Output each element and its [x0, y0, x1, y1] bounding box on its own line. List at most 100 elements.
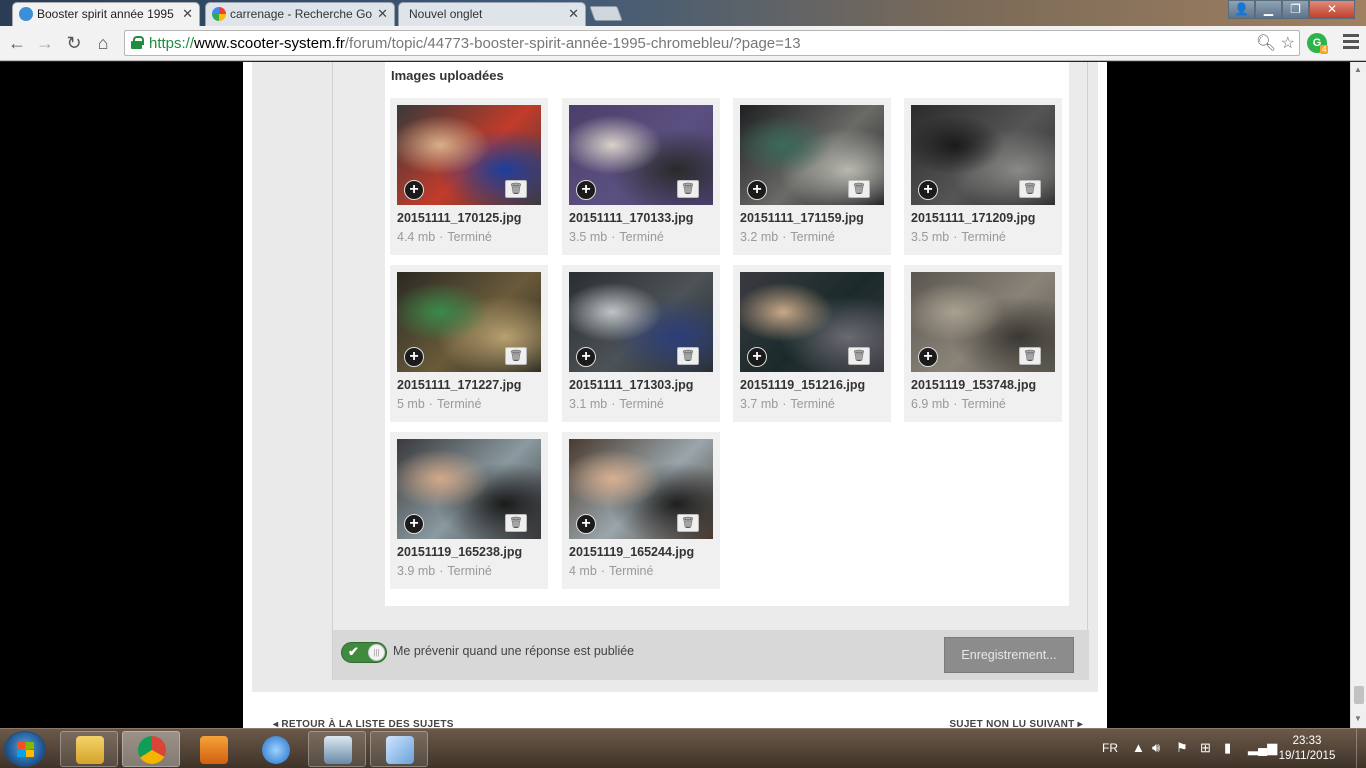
page-viewport: Images uploadées + 🗑︎ 20151111_170125.jpg 4…	[0, 62, 1366, 728]
insert-image-plus-icon[interactable]: +	[576, 514, 596, 534]
user-profile-icon[interactable]: 👤	[1228, 0, 1255, 19]
next-unread-topic-link[interactable]: SUJET NON LU SUIVANT ▸	[949, 719, 1083, 728]
image-card: + 🗑︎ 20151111_170133.jpg 3.5 mb · Terminé	[562, 98, 720, 255]
delete-trash-icon[interactable]: 🗑︎	[677, 514, 699, 532]
close-window-button[interactable]: ✕	[1309, 0, 1355, 19]
taskbar-app-notes[interactable]	[370, 731, 428, 767]
meta-separator: ·	[439, 564, 444, 578]
delete-trash-icon[interactable]: 🗑︎	[505, 514, 527, 532]
action-center-flag-icon[interactable]: ⚑	[1176, 740, 1188, 756]
page-scrollbar[interactable]: ▲ ▼	[1350, 62, 1366, 728]
insert-image-plus-icon[interactable]: +	[747, 180, 767, 200]
browser-tab-strip: Booster spirit année 1995 ✕ carrenage - …	[0, 0, 1366, 26]
meta-separator: ·	[600, 564, 605, 578]
taskbar-app-window[interactable]	[308, 731, 366, 767]
tab-label: Booster spirit année 1995	[37, 7, 174, 21]
insert-image-plus-icon[interactable]: +	[576, 180, 596, 200]
extension-badge: 4	[1320, 45, 1329, 54]
delete-trash-icon[interactable]: 🗑︎	[677, 180, 699, 198]
image-filename: 20151111_170125.jpg	[397, 211, 522, 225]
tab-label: Nouvel onglet	[409, 7, 483, 21]
delete-trash-icon[interactable]: 🗑︎	[505, 347, 527, 365]
secure-lock-icon	[131, 36, 144, 49]
language-indicator[interactable]: FR	[1102, 741, 1118, 755]
section-title: Images uploadées	[391, 68, 504, 83]
omnibox-icons: 🔍︎ ☆	[1256, 33, 1295, 53]
forward-arrow-icon[interactable]: →	[34, 32, 56, 54]
insert-image-plus-icon[interactable]: +	[404, 180, 424, 200]
windows-taskbar: FR ▲ 🔊︎ ⚑ ⊞ ▮ ▂▄▆ 23:33 19/11/2015	[0, 728, 1366, 768]
scroll-up-arrow-icon[interactable]: ▲	[1354, 65, 1362, 74]
scroll-down-arrow-icon[interactable]: ▼	[1354, 714, 1362, 723]
delete-trash-icon[interactable]: 🗑︎	[1019, 180, 1041, 198]
tab-booster-spirit[interactable]: Booster spirit année 1995 ✕	[12, 2, 200, 26]
image-size: 4 mb	[569, 564, 597, 578]
app-window-icon	[324, 736, 352, 764]
image-card: + 🗑︎ 20151111_171209.jpg 3.5 mb · Terminé	[904, 98, 1062, 255]
show-hidden-icons-icon[interactable]: ▲	[1132, 740, 1145, 755]
power-icon[interactable]: ▮	[1224, 740, 1231, 756]
taskbar-media-player[interactable]	[184, 731, 242, 767]
home-icon[interactable]: ⌂	[92, 32, 114, 54]
insert-image-plus-icon[interactable]: +	[576, 347, 596, 367]
image-filename: 20151119_165238.jpg	[397, 545, 523, 559]
image-meta: 3.1 mb · Terminé	[569, 397, 664, 411]
site-favicon-icon	[19, 7, 33, 21]
tab-new-tab[interactable]: Nouvel onglet ✕	[398, 2, 586, 26]
insert-image-plus-icon[interactable]: +	[918, 180, 938, 200]
reload-icon[interactable]: ↻	[63, 32, 85, 54]
close-tab-icon[interactable]: ✕	[377, 3, 388, 25]
chrome-menu-icon[interactable]	[1343, 34, 1359, 52]
insert-image-plus-icon[interactable]: +	[747, 347, 767, 367]
tab-google-search[interactable]: carrenage - Recherche Go ✕	[205, 2, 395, 26]
image-size: 3.5 mb	[569, 230, 608, 244]
system-clock[interactable]: 23:33 19/11/2015	[1272, 734, 1342, 764]
delete-trash-icon[interactable]: 🗑︎	[848, 347, 870, 365]
image-size: 3.1 mb	[569, 397, 608, 411]
delete-trash-icon[interactable]: 🗑︎	[1019, 347, 1041, 365]
uploaded-images-section: Images uploadées + 🗑︎ 20151111_170125.jpg 4…	[385, 62, 1069, 606]
notify-toggle[interactable]: ✔ |||	[341, 642, 387, 663]
address-bar[interactable]: https://www.scooter-system.fr/forum/topi…	[124, 30, 1300, 56]
taskbar-chrome[interactable]	[122, 731, 180, 767]
image-card: + 🗑︎ 20151111_170125.jpg 4.4 mb · Terminé	[390, 98, 548, 255]
volume-icon[interactable]: 🔊︎	[1152, 740, 1160, 756]
image-meta: 6.9 mb · Terminé	[911, 397, 1006, 411]
minimize-button[interactable]: ▁	[1255, 0, 1282, 19]
insert-image-plus-icon[interactable]: +	[918, 347, 938, 367]
maximize-button[interactable]: ❐	[1282, 0, 1309, 19]
upload-status: Terminé	[436, 397, 482, 411]
image-filename: 20151119_165244.jpg	[569, 545, 695, 559]
media-player-icon	[200, 736, 228, 764]
google-favicon-icon	[212, 7, 226, 21]
image-meta: 3.9 mb · Terminé	[397, 564, 492, 578]
close-tab-icon[interactable]: ✕	[568, 3, 579, 25]
save-button[interactable]: Enregistrement...	[944, 637, 1074, 673]
scrollbar-thumb[interactable]	[1354, 686, 1364, 704]
insert-image-plus-icon[interactable]: +	[404, 514, 424, 534]
taskbar-internet-explorer[interactable]	[246, 731, 304, 767]
image-filename: 20151111_170133.jpg	[569, 211, 694, 225]
image-meta: 3.5 mb · Terminé	[569, 230, 664, 244]
upload-status: Terminé	[619, 397, 664, 411]
start-button[interactable]	[4, 731, 46, 767]
insert-image-plus-icon[interactable]: +	[404, 347, 424, 367]
close-tab-icon[interactable]: ✕	[182, 3, 193, 25]
image-size: 6.9 mb	[911, 397, 950, 411]
delete-trash-icon[interactable]: 🗑︎	[677, 347, 699, 365]
delete-trash-icon[interactable]: 🗑︎	[505, 180, 527, 198]
windows-update-icon[interactable]: ⊞	[1200, 740, 1211, 756]
back-to-topics-link[interactable]: ◂ RETOUR À LA LISTE DES SUJETS	[273, 719, 454, 728]
image-card: + 🗑︎ 20151119_151216.jpg 3.7 mb · Terminé	[733, 265, 891, 422]
image-filename: 20151111_171209.jpg	[911, 211, 1036, 225]
back-arrow-icon[interactable]: ←	[6, 32, 28, 54]
zoom-icon[interactable]: 🔍︎	[1256, 35, 1276, 52]
bookmark-star-icon[interactable]: ☆	[1281, 35, 1295, 52]
show-desktop-button[interactable]	[1356, 729, 1366, 768]
image-meta: 3.2 mb · Terminé	[740, 230, 835, 244]
toggle-knob: |||	[368, 644, 385, 661]
taskbar-explorer[interactable]	[60, 731, 118, 767]
image-card: + 🗑︎ 20151119_165244.jpg 4 mb · Terminé	[562, 432, 720, 589]
delete-trash-icon[interactable]: 🗑︎	[848, 180, 870, 198]
new-tab-button[interactable]	[589, 6, 623, 21]
